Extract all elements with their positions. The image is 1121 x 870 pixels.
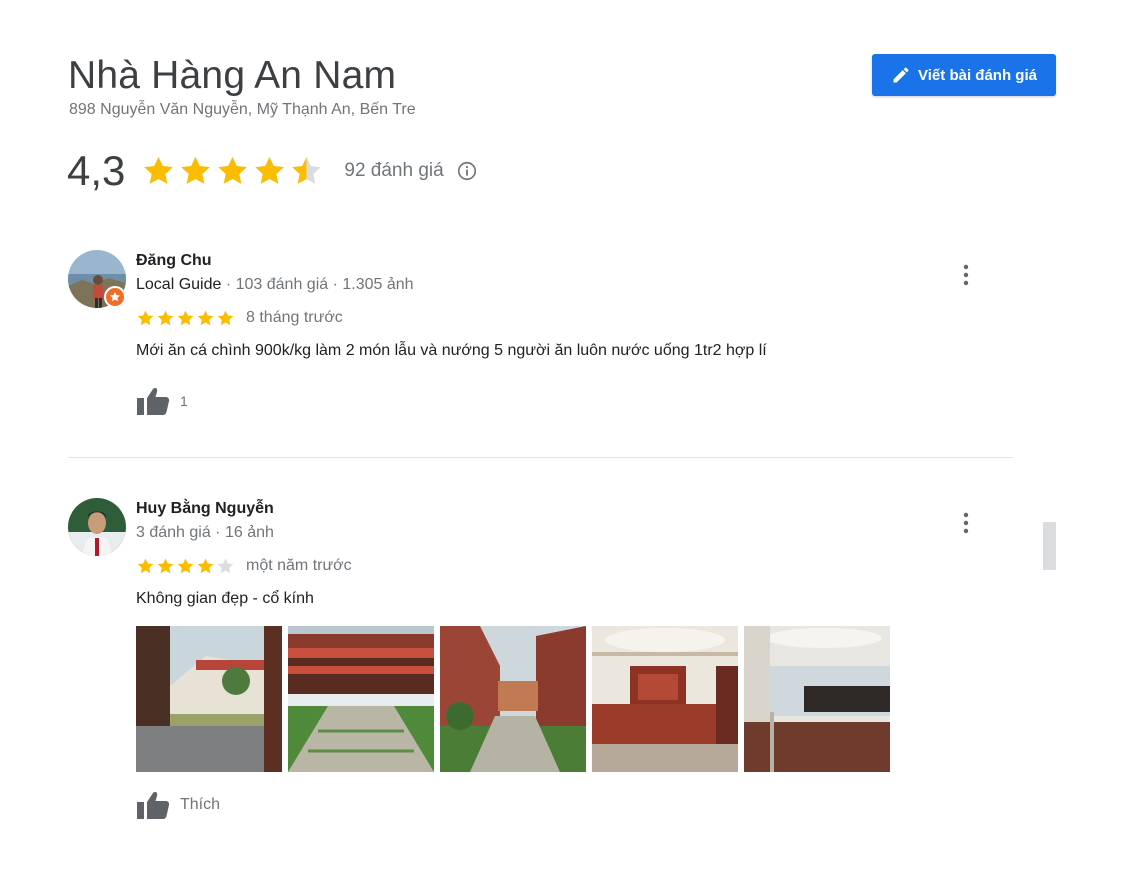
- star-icon: [255, 156, 285, 184]
- star-icon: [217, 310, 234, 325]
- reviewer-meta: Local Guide · 103 đánh giá · 1.305 ảnh: [136, 274, 976, 296]
- reviewer-stats: 3 đánh giá · 16 ảnh: [136, 524, 274, 541]
- review-card: Huy Bằng Nguyễn 3 đánh giá · 16 ảnh một …: [68, 498, 988, 828]
- pencil-icon: [891, 65, 911, 85]
- review-photo-pavilion[interactable]: [288, 626, 434, 772]
- avatar[interactable]: [68, 498, 126, 556]
- rating-score: 4,3: [67, 147, 126, 194]
- star-icon: [137, 558, 154, 573]
- star-icon: [177, 310, 194, 325]
- review-photo-dining-hall[interactable]: [744, 626, 890, 772]
- reviewer-name[interactable]: Huy Bằng Nguyễn: [136, 498, 976, 520]
- review-rating-row: một năm trước: [136, 555, 976, 577]
- local-guide-label: Local Guide: [136, 276, 222, 293]
- review-photo-altar[interactable]: [592, 626, 738, 772]
- overall-rating: 4,3 92 đánh giá: [67, 143, 478, 199]
- like-count: 1: [180, 393, 188, 409]
- local-guide-badge-icon: [104, 286, 126, 308]
- review-body: Đăng Chu Local Guide · 103 đánh giá · 1.…: [136, 250, 976, 416]
- like-button[interactable]: 1: [136, 386, 976, 416]
- scrollbar-thumb[interactable]: [1043, 522, 1056, 570]
- review-body: Huy Bằng Nguyễn 3 đánh giá · 16 ảnh một …: [136, 498, 976, 820]
- write-review-label: Viết bài đánh giá: [918, 66, 1037, 84]
- star-icon: [157, 310, 174, 325]
- star-icon: [197, 558, 214, 573]
- star-icon: [137, 310, 154, 325]
- review-time: một năm trước: [246, 557, 352, 574]
- review-stars: [136, 557, 235, 576]
- thumbs-up-icon: [137, 388, 170, 415]
- review-count[interactable]: 92 đánh giá: [344, 160, 443, 182]
- review-divider: [68, 457, 1014, 458]
- like-label: Thích: [180, 796, 221, 813]
- star-icon: [157, 558, 174, 573]
- review-text: Không gian đẹp - cổ kính: [136, 590, 314, 607]
- star-icon: [197, 310, 214, 325]
- place-title: Nhà Hàng An Nam: [68, 54, 397, 97]
- star-icon: [144, 156, 174, 184]
- place-address: 898 Nguyễn Văn Nguyễn, Mỹ Thạnh An, Bến …: [69, 101, 416, 118]
- thumbs-up-icon: [137, 792, 170, 819]
- review-text: Mới ăn cá chình 900k/kg làm 2 món lẫu và…: [136, 342, 767, 359]
- more-vertical-icon[interactable]: [956, 508, 976, 538]
- review-time: 8 tháng trước: [246, 309, 343, 326]
- like-button[interactable]: Thích: [136, 790, 976, 820]
- empty-star-icon: [217, 558, 234, 573]
- review-photo-path[interactable]: [440, 626, 586, 772]
- rating-stars: [141, 154, 324, 189]
- half-star-icon: [292, 156, 322, 184]
- reviewer-name[interactable]: Đăng Chu: [136, 250, 976, 272]
- review-photo-garden[interactable]: [136, 626, 282, 772]
- reviewer-stats: · 103 đánh giá · 1.305 ảnh: [221, 276, 414, 293]
- star-icon: [218, 156, 248, 184]
- info-icon[interactable]: [456, 160, 478, 182]
- more-vertical-icon[interactable]: [956, 260, 976, 290]
- star-icon: [177, 558, 194, 573]
- reviews-panel: Nhà Hàng An Nam 898 Nguyễn Văn Nguyễn, M…: [0, 0, 1121, 870]
- review-card: Đăng Chu Local Guide · 103 đánh giá · 1.…: [68, 250, 988, 420]
- review-rating-row: 8 tháng trước: [136, 307, 976, 329]
- review-photos: [136, 626, 976, 772]
- star-icon: [181, 156, 211, 184]
- write-review-button[interactable]: Viết bài đánh giá: [872, 54, 1056, 96]
- review-stars: [136, 309, 235, 328]
